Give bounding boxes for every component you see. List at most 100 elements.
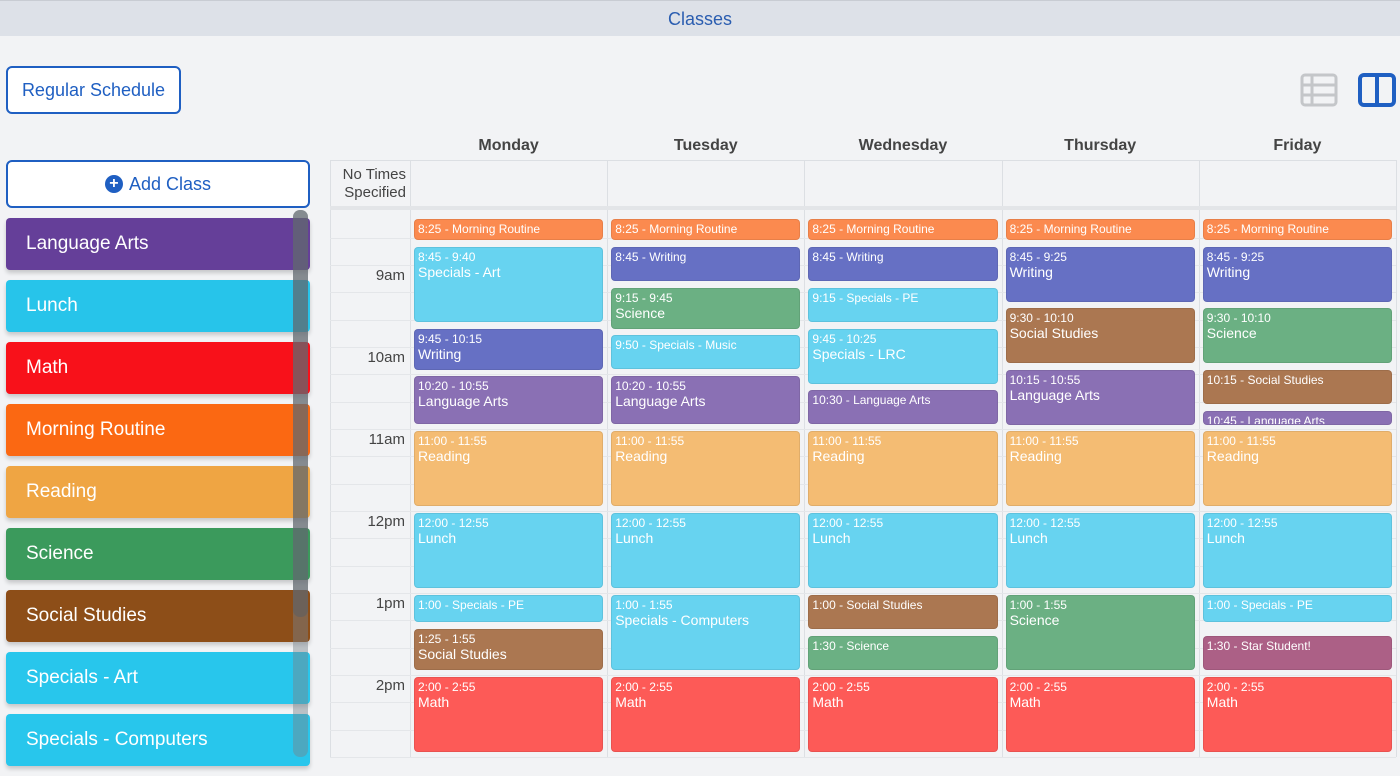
event-time: 9:45 - 10:15: [418, 332, 483, 346]
calendar-event[interactable]: 9:30 - 10:10 Social Studies: [1005, 308, 1195, 363]
calendar-event[interactable]: 11:00 - 11:55 Reading: [611, 431, 801, 506]
event-time: 2:00 - 2:55: [1009, 680, 1067, 694]
calendar-event[interactable]: 2:00 - 2:55 Math: [611, 677, 801, 752]
calendar-event[interactable]: 8:25 - Morning Routine: [414, 219, 604, 240]
event-title: Language Arts: [1009, 387, 1100, 403]
calendar-event[interactable]: 12:00 - 12:55 Lunch: [414, 513, 604, 588]
class-item[interactable]: Lunch: [6, 280, 310, 332]
class-item[interactable]: Specials - Computers: [6, 714, 310, 766]
event-time: 8:45 - Writing: [812, 250, 884, 264]
event-time: 8:45 - 9:25: [1009, 250, 1067, 264]
class-item-label: Language Arts: [26, 233, 149, 254]
calendar-event[interactable]: 2:00 - 2:55 Math: [808, 677, 998, 752]
class-item[interactable]: Language Arts: [6, 218, 310, 270]
calendar-event[interactable]: 8:45 - Writing: [611, 247, 801, 281]
class-item[interactable]: Social Studies: [6, 590, 310, 642]
calendar-event[interactable]: 1:00 - 1:55 Specials - Computers: [611, 595, 801, 670]
calendar-event[interactable]: 8:25 - Morning Routine: [808, 219, 998, 240]
event-title: Science: [1206, 325, 1257, 341]
event-title: Reading: [1206, 448, 1259, 464]
class-item-label: Reading: [26, 481, 97, 502]
calendar-event[interactable]: 9:15 - Specials - PE: [808, 288, 998, 322]
class-item[interactable]: Science: [6, 528, 310, 580]
grid-line: [330, 429, 1396, 430]
event-time: 1:00 - 1:55: [615, 598, 673, 612]
class-item-label: Science: [26, 543, 94, 564]
add-class-button[interactable]: + Add Class: [6, 160, 310, 208]
calendar-event[interactable]: 11:00 - 11:55 Reading: [1005, 431, 1195, 506]
grid-line: [330, 757, 1396, 758]
calendar-event[interactable]: 1:30 - Science: [808, 636, 998, 670]
class-item[interactable]: Morning Routine: [6, 404, 310, 456]
calendar-event[interactable]: 12:00 - 12:55 Lunch: [808, 513, 998, 588]
plus-circle-icon: +: [104, 175, 123, 193]
calendar-event[interactable]: 11:00 - 11:55 Reading: [1202, 431, 1392, 506]
calendar-event[interactable]: 8:25 - Morning Routine: [611, 219, 801, 240]
calendar-event[interactable]: 9:15 - 9:45 Science: [611, 288, 801, 329]
calendar-event[interactable]: 9:45 - 10:25 Specials - LRC: [808, 329, 998, 384]
event-title: Reading: [1009, 448, 1062, 464]
class-item[interactable]: Reading: [6, 466, 310, 518]
event-title: Writing: [1009, 264, 1053, 280]
event-time: 9:30 - 10:10: [1009, 311, 1074, 325]
event-time: 10:45 - Language Arts: [1206, 414, 1325, 425]
calendar-event[interactable]: 9:30 - 10:10 Science: [1202, 308, 1392, 363]
event-title: Language Arts: [615, 393, 706, 409]
calendar-event[interactable]: 2:00 - 2:55 Math: [1005, 677, 1195, 752]
calendar-event[interactable]: 1:30 - Star Student!: [1202, 636, 1392, 670]
list-view-icon[interactable]: [1300, 73, 1338, 107]
calendar-event[interactable]: 1:00 - Social Studies: [808, 595, 998, 629]
class-item[interactable]: Specials - Art: [6, 652, 310, 704]
event-title: Math: [615, 694, 647, 710]
event-time: 2:00 - 2:55: [615, 680, 673, 694]
calendar-event[interactable]: 12:00 - 12:55 Lunch: [611, 513, 801, 588]
class-item-label: Morning Routine: [26, 419, 166, 440]
calendar-event[interactable]: 11:00 - 11:55 Reading: [414, 431, 604, 506]
event-title: Math: [1206, 694, 1238, 710]
event-time: 1:30 - Star Student!: [1206, 639, 1311, 653]
calendar-event[interactable]: 10:15 - Social Studies: [1202, 370, 1392, 404]
grid-divider: [410, 160, 411, 757]
calendar-event[interactable]: 1:00 - Specials - PE: [1202, 595, 1392, 622]
day-header: Wednesday: [858, 137, 948, 154]
calendar-event[interactable]: 8:45 - 9:25 Writing: [1202, 247, 1392, 302]
calendar-event[interactable]: 8:25 - Morning Routine: [1005, 219, 1195, 240]
calendar-event[interactable]: 2:00 - 2:55 Math: [1202, 677, 1392, 752]
calendar-event[interactable]: 10:20 - 10:55 Language Arts: [611, 376, 801, 424]
calendar-event[interactable]: 10:15 - 10:55 Language Arts: [1005, 370, 1195, 425]
event-title: Language Arts: [418, 393, 509, 409]
calendar-event[interactable]: 1:25 - 1:55 Social Studies: [414, 629, 604, 670]
calendar-event[interactable]: 12:00 - 12:55 Lunch: [1005, 513, 1195, 588]
hour-label: 9am: [375, 267, 405, 284]
calendar-event[interactable]: 8:25 - Morning Routine: [1202, 219, 1392, 240]
regular-schedule-button[interactable]: Regular Schedule: [6, 66, 181, 114]
calendar-event[interactable]: 1:00 - Specials - PE: [414, 595, 604, 622]
calendar-event[interactable]: 10:45 - Language Arts: [1202, 411, 1392, 425]
calendar-event[interactable]: 8:45 - Writing: [808, 247, 998, 281]
hour-label: 11am: [368, 431, 405, 448]
grid-divider: [1396, 160, 1397, 757]
event-title: Specials - Art: [418, 264, 501, 280]
calendar-event[interactable]: 10:20 - 10:55 Language Arts: [414, 376, 604, 424]
calendar-event[interactable]: 8:45 - 9:40 Specials - Art: [414, 247, 604, 322]
calendar-event[interactable]: 2:00 - 2:55 Math: [414, 677, 604, 752]
calendar-event[interactable]: 8:45 - 9:25 Writing: [1005, 247, 1195, 302]
event-title: Writing: [418, 346, 462, 362]
calendar-event[interactable]: 10:30 - Language Arts: [808, 390, 998, 424]
event-time: 10:15 - Social Studies: [1206, 373, 1324, 387]
class-item[interactable]: Math: [6, 342, 310, 394]
event-time: 1:00 - Social Studies: [812, 598, 923, 612]
calendar-event[interactable]: 9:50 - Specials - Music: [611, 335, 801, 369]
calendar-event[interactable]: 11:00 - 11:55 Reading: [808, 431, 998, 506]
grid-line: [330, 675, 1396, 676]
columns-view-icon[interactable]: [1358, 73, 1396, 107]
event-time: 2:00 - 2:55: [812, 680, 870, 694]
event-title: Social Studies: [418, 646, 507, 662]
calendar-event[interactable]: 9:45 - 10:15 Writing: [414, 329, 604, 370]
event-title: Lunch: [812, 530, 851, 546]
event-time: 12:00 - 12:55: [1009, 516, 1081, 530]
calendar-event[interactable]: 1:00 - 1:55 Science: [1005, 595, 1195, 670]
calendar-event[interactable]: 12:00 - 12:55 Lunch: [1202, 513, 1392, 588]
hour-label: 2pm: [375, 677, 405, 694]
scrollbar-thumb[interactable]: [293, 210, 308, 617]
